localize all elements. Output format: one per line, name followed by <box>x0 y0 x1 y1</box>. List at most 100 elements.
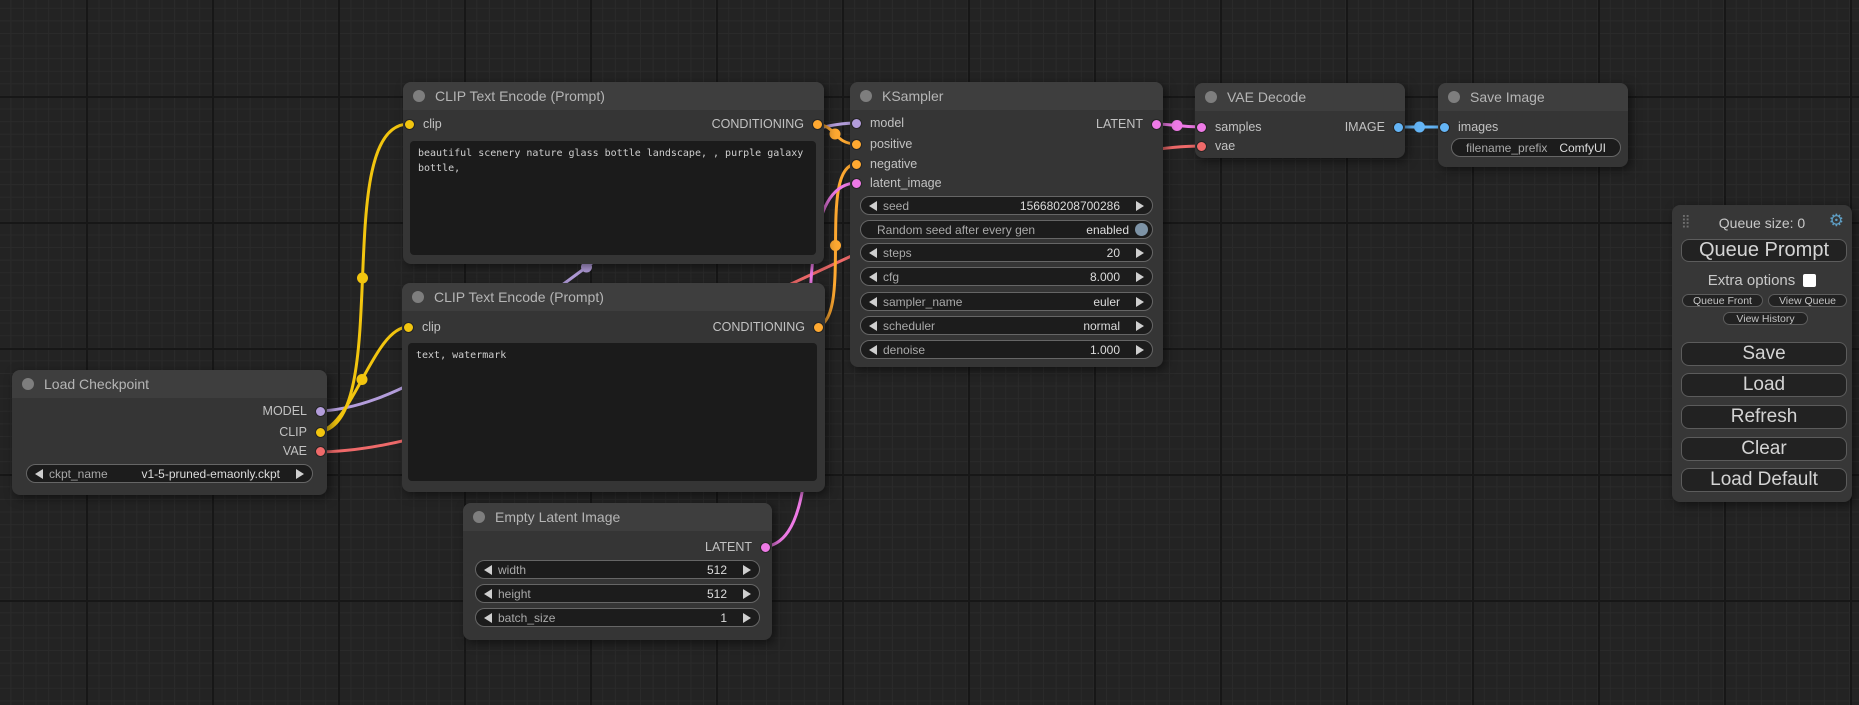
vae-output-dot-icon[interactable] <box>315 446 326 457</box>
decrement-arrow-icon[interactable] <box>484 613 492 623</box>
node-title-bar[interactable]: KSampler <box>850 82 1163 110</box>
collapse-dot-icon[interactable] <box>860 90 872 102</box>
refresh-button[interactable]: Refresh <box>1681 405 1847 429</box>
decrement-arrow-icon[interactable] <box>869 345 877 355</box>
queue-front-button[interactable]: Queue Front <box>1682 294 1763 307</box>
node-title-bar[interactable]: VAE Decode <box>1195 83 1405 111</box>
widget-seed[interactable]: seed 156680208700286 <box>860 196 1153 215</box>
clip-input-dot-icon[interactable] <box>404 119 415 130</box>
conditioning-input-dot-icon[interactable] <box>851 139 862 150</box>
node-clip-text-encode-negative[interactable]: CLIP Text Encode (Prompt) clip CONDITION… <box>402 283 825 492</box>
node-title-bar[interactable]: Load Checkpoint <box>12 370 327 398</box>
node-empty-latent-image[interactable]: Empty Latent Image LATENT width 512 heig… <box>463 503 772 640</box>
conditioning-output-dot-icon[interactable] <box>812 119 823 130</box>
output-conditioning[interactable]: CONDITIONING <box>713 319 824 335</box>
input-samples[interactable]: samples <box>1196 119 1262 135</box>
vae-input-dot-icon[interactable] <box>1196 141 1207 152</box>
decrement-arrow-icon[interactable] <box>484 589 492 599</box>
widget-filename-prefix[interactable]: filename_prefix ComfyUI <box>1451 138 1621 157</box>
node-save-image[interactable]: Save Image images filename_prefix ComfyU… <box>1438 83 1628 167</box>
input-clip[interactable]: clip <box>404 116 442 132</box>
clip-output-dot-icon[interactable] <box>315 427 326 438</box>
load-button[interactable]: Load <box>1681 373 1847 397</box>
save-button[interactable]: Save <box>1681 342 1847 366</box>
collapse-dot-icon[interactable] <box>413 90 425 102</box>
collapse-dot-icon[interactable] <box>473 511 485 523</box>
widget-steps[interactable]: steps 20 <box>860 243 1153 262</box>
clip-input-dot-icon[interactable] <box>403 322 414 333</box>
input-vae[interactable]: vae <box>1196 138 1235 154</box>
model-input-dot-icon[interactable] <box>851 118 862 129</box>
latent-input-dot-icon[interactable] <box>1196 122 1207 133</box>
settings-gear-icon[interactable]: ⚙ <box>1829 211 1844 231</box>
node-load-checkpoint[interactable]: Load Checkpoint MODEL CLIP VAE ckpt_name… <box>12 370 327 495</box>
model-output-dot-icon[interactable] <box>315 406 326 417</box>
output-latent[interactable]: LATENT <box>705 539 771 555</box>
input-images[interactable]: images <box>1439 119 1498 135</box>
widget-denoise[interactable]: denoise 1.000 <box>860 340 1153 359</box>
prompt-textarea[interactable]: text, watermark <box>408 343 817 481</box>
widget-batch-size[interactable]: batch_size 1 <box>475 608 760 627</box>
increment-arrow-icon[interactable] <box>1136 272 1144 282</box>
collapse-dot-icon[interactable] <box>22 378 34 390</box>
decrement-arrow-icon[interactable] <box>484 565 492 575</box>
increment-arrow-icon[interactable] <box>1136 248 1144 258</box>
decrement-arrow-icon[interactable] <box>869 248 877 258</box>
view-queue-button[interactable]: View Queue <box>1768 294 1847 307</box>
extra-options-checkbox[interactable] <box>1803 274 1816 287</box>
conditioning-input-dot-icon[interactable] <box>851 159 862 170</box>
decrement-arrow-icon[interactable] <box>869 272 877 282</box>
input-model[interactable]: model <box>851 115 904 131</box>
node-title-bar[interactable]: Empty Latent Image <box>463 503 772 531</box>
widget-cfg[interactable]: cfg 8.000 <box>860 267 1153 286</box>
image-input-dot-icon[interactable] <box>1439 122 1450 133</box>
output-model[interactable]: MODEL <box>263 403 326 419</box>
widget-width[interactable]: width 512 <box>475 560 760 579</box>
toggle-dot-icon[interactable] <box>1135 223 1148 236</box>
node-title-bar[interactable]: CLIP Text Encode (Prompt) <box>402 283 825 311</box>
output-latent[interactable]: LATENT <box>1096 116 1162 132</box>
node-vae-decode[interactable]: VAE Decode samples vae IMAGE <box>1195 83 1405 158</box>
increment-arrow-icon[interactable] <box>1136 201 1144 211</box>
input-negative[interactable]: negative <box>851 156 917 172</box>
decrement-arrow-icon[interactable] <box>869 321 877 331</box>
decrement-arrow-icon[interactable] <box>869 297 877 307</box>
view-history-button[interactable]: View History <box>1723 312 1808 325</box>
node-ksampler[interactable]: KSampler model positive negative latent_… <box>850 82 1163 367</box>
clear-button[interactable]: Clear <box>1681 437 1847 461</box>
drag-handle-icon[interactable]: ⣿ <box>1681 213 1691 231</box>
input-positive[interactable]: positive <box>851 136 912 152</box>
conditioning-output-dot-icon[interactable] <box>813 322 824 333</box>
widget-ckpt-name[interactable]: ckpt_name v1-5-pruned-emaonly.ckpt <box>26 464 313 483</box>
node-clip-text-encode-positive[interactable]: CLIP Text Encode (Prompt) clip CONDITION… <box>403 82 824 264</box>
increment-arrow-icon[interactable] <box>1136 297 1144 307</box>
load-default-button[interactable]: Load Default <box>1681 468 1847 492</box>
increment-arrow-icon[interactable] <box>1136 321 1144 331</box>
latent-output-dot-icon[interactable] <box>760 542 771 553</box>
widget-height[interactable]: height 512 <box>475 584 760 603</box>
output-clip[interactable]: CLIP <box>279 424 326 440</box>
latent-input-dot-icon[interactable] <box>851 178 862 189</box>
widget-scheduler[interactable]: scheduler normal <box>860 316 1153 335</box>
increment-arrow-icon[interactable] <box>1136 345 1144 355</box>
collapse-dot-icon[interactable] <box>412 291 424 303</box>
decrement-arrow-icon[interactable] <box>869 201 877 211</box>
output-image[interactable]: IMAGE <box>1345 119 1404 135</box>
output-vae[interactable]: VAE <box>283 443 326 459</box>
collapse-dot-icon[interactable] <box>1205 91 1217 103</box>
input-clip[interactable]: clip <box>403 319 441 335</box>
graph-canvas[interactable]: Load Checkpoint MODEL CLIP VAE ckpt_name… <box>0 0 1859 705</box>
node-title-bar[interactable]: CLIP Text Encode (Prompt) <box>403 82 824 110</box>
increment-arrow-icon[interactable] <box>743 613 751 623</box>
output-conditioning[interactable]: CONDITIONING <box>712 116 823 132</box>
increment-arrow-icon[interactable] <box>743 565 751 575</box>
collapse-dot-icon[interactable] <box>1448 91 1460 103</box>
input-latent-image[interactable]: latent_image <box>851 175 942 191</box>
increment-arrow-icon[interactable] <box>296 469 304 479</box>
queue-prompt-button[interactable]: Queue Prompt <box>1681 239 1847 262</box>
decrement-arrow-icon[interactable] <box>35 469 43 479</box>
widget-sampler-name[interactable]: sampler_name euler <box>860 292 1153 311</box>
latent-output-dot-icon[interactable] <box>1151 119 1162 130</box>
image-output-dot-icon[interactable] <box>1393 122 1404 133</box>
node-title-bar[interactable]: Save Image <box>1438 83 1628 111</box>
